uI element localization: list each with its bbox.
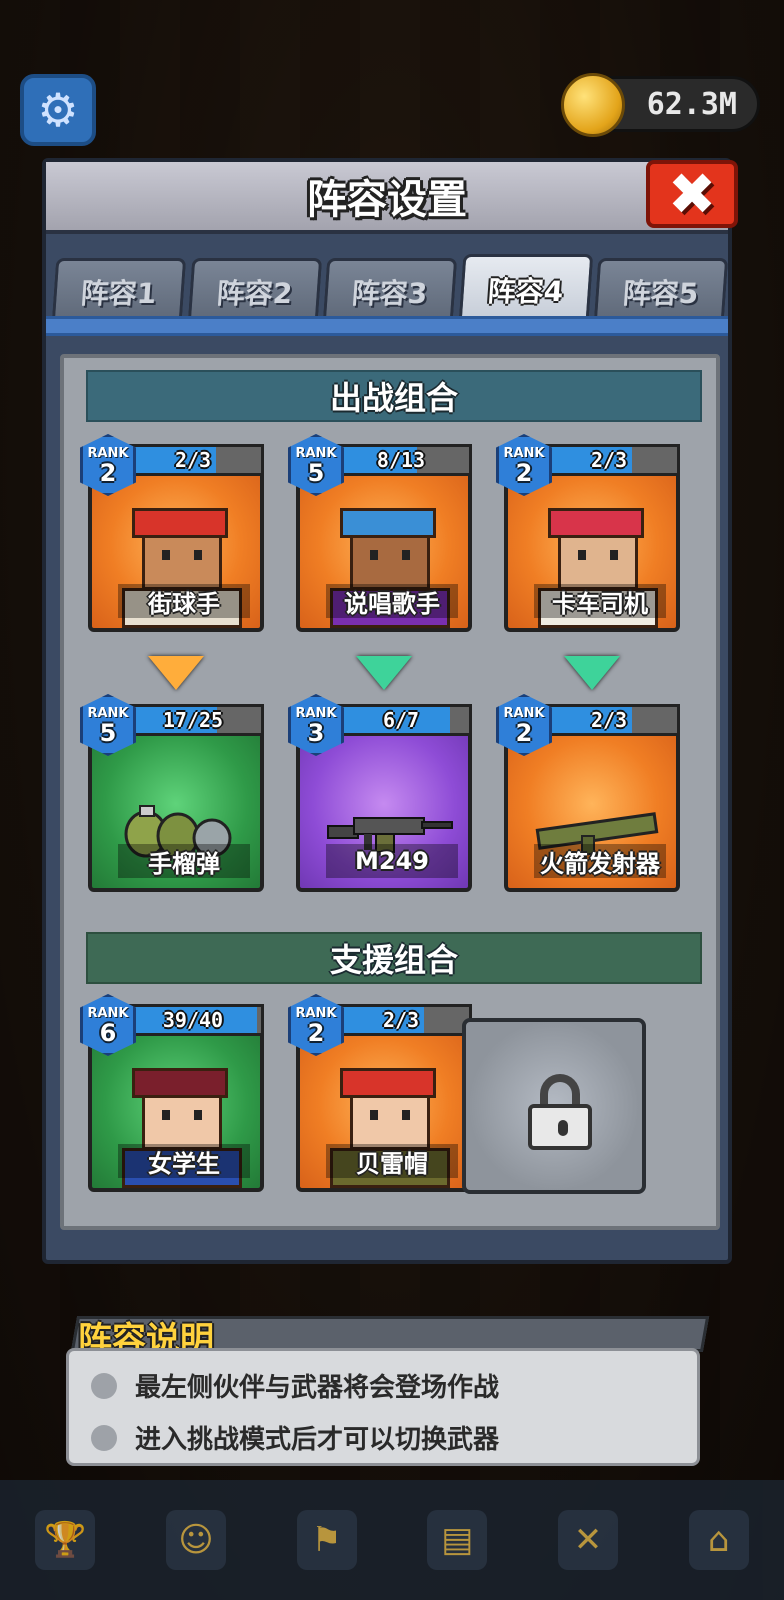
battle-section-title: 出战组合 (86, 370, 702, 422)
link-arrow-down-icon (148, 656, 204, 690)
coin-counter: 62.3M (561, 73, 760, 137)
list-item: 进入挑战模式后才可以切换武器 (91, 1419, 499, 1456)
support-card-schoolgirl[interactable]: 女学生 39/40 RANK 6 (80, 994, 264, 1192)
description-box: 最左侧伙伴与武器将会登场作战 进入挑战模式后才可以切换武器 (66, 1348, 700, 1466)
gun-icon[interactable]: ⚑ (296, 1510, 357, 1570)
team-icon[interactable]: ☺ (165, 1510, 226, 1570)
progress-bar: 2/3 (330, 1004, 472, 1036)
weapon-card-grenade[interactable]: 手榴弹 17/25 RANK 5 (80, 694, 264, 892)
tab-lineup-4[interactable]: 阵容4 (458, 254, 593, 322)
link-arrow-down-icon (564, 656, 620, 690)
card-name: 手榴弹 (118, 844, 250, 878)
bottom-navigation: 🏆 ☺ ⚑ ▤ ✕ ⌂ (0, 1480, 784, 1600)
lock-icon (528, 1074, 592, 1150)
lineup-tabs: 阵容1 阵容2 阵容3 阵容4 阵容5 (51, 254, 729, 322)
progress-bar: 6/7 (330, 704, 472, 736)
tab-lineup-3[interactable]: 阵容3 (322, 258, 458, 322)
card-name: 卡车司机 (534, 584, 666, 618)
progress-bar: 17/25 (122, 704, 264, 736)
panel-title: 阵容设置 (307, 177, 467, 223)
link-arrow-down-icon (356, 656, 412, 690)
gear-icon: ⚙ (37, 83, 79, 137)
hero-card-rapper[interactable]: 说唱歌手 8/13 RANK 5 (288, 434, 472, 632)
tab-lineup-5[interactable]: 阵容5 (594, 258, 729, 322)
trophy-icon[interactable]: 🏆 (35, 1510, 96, 1570)
tab-underline-bar (46, 316, 728, 336)
card-name: 火箭发射器 (534, 844, 666, 878)
hero-card-truck-driver[interactable]: 卡车司机 2/3 RANK 2 (496, 434, 680, 632)
card-name: M249 (326, 844, 458, 878)
close-button[interactable]: ✖ (646, 160, 738, 228)
coin-icon (561, 73, 625, 137)
tab-lineup-1[interactable]: 阵容1 (51, 258, 186, 322)
card-name: 街球手 (118, 584, 250, 618)
progress-bar: 2/3 (538, 444, 680, 476)
locked-support-slot[interactable] (462, 1018, 646, 1194)
panel-header: 阵容设置 (46, 162, 728, 234)
progress-bar: 39/40 (122, 1004, 264, 1036)
close-icon: ✖ (667, 160, 717, 228)
support-card-beret[interactable]: 贝雷帽 2/3 RANK 2 (288, 994, 472, 1192)
card-name: 女学生 (118, 1144, 250, 1178)
support-section-title: 支援组合 (86, 932, 702, 984)
card-name: 贝雷帽 (326, 1144, 458, 1178)
crossed-swords-icon[interactable]: ✕ (557, 1510, 618, 1570)
progress-bar: 2/3 (538, 704, 680, 736)
tab-lineup-2[interactable]: 阵容2 (187, 258, 322, 322)
bullet-icon (91, 1424, 117, 1451)
progress-bar: 2/3 (122, 444, 264, 476)
shop-icon[interactable]: ⌂ (688, 1510, 749, 1570)
card-name: 说唱歌手 (326, 584, 458, 618)
book-icon[interactable]: ▤ (427, 1510, 488, 1570)
coin-amount: 62.3M (646, 86, 737, 122)
lineup-description: 阵容说明 最左侧伙伴与武器将会登场作战 进入挑战模式后才可以切换武器 (66, 1316, 710, 1466)
hero-card-street-baller[interactable]: 街球手 2/3 RANK 2 (80, 434, 264, 632)
weapon-card-rocket-launcher[interactable]: 火箭发射器 2/3 RANK 2 (496, 694, 680, 892)
weapon-card-m249[interactable]: M249 6/7 RANK 3 (288, 694, 472, 892)
progress-bar: 8/13 (330, 444, 472, 476)
list-item: 最左侧伙伴与武器将会登场作战 (91, 1367, 499, 1404)
bullet-icon (91, 1372, 117, 1399)
settings-button[interactable]: ⚙ (20, 74, 96, 146)
